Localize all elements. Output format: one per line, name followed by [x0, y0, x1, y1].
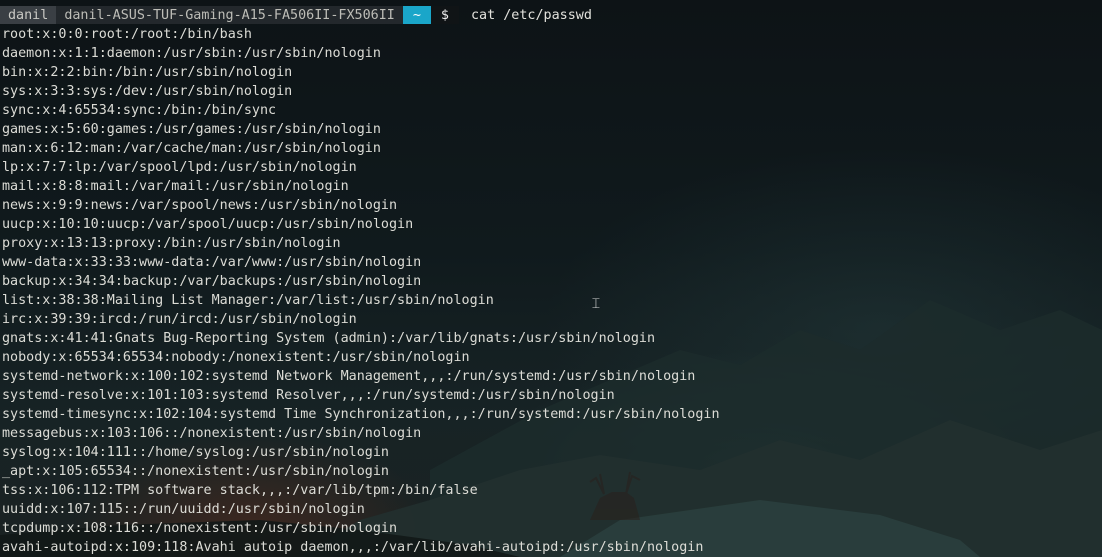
shell-prompt: danil danil-ASUS-TUF-Gaming-A15-FA506II-… [0, 6, 592, 24]
output-line: man:x:6:12:man:/var/cache/man:/usr/sbin/… [2, 141, 381, 156]
output-line: systemd-network:x:100:102:systemd Networ… [2, 369, 696, 384]
output-line: systemd-resolve:x:101:103:systemd Resolv… [2, 388, 615, 403]
output-line: irc:x:39:39:ircd:/run/ircd:/usr/sbin/nol… [2, 312, 357, 327]
terminal-window[interactable]: danil danil-ASUS-TUF-Gaming-A15-FA506II-… [0, 0, 1102, 557]
command-text[interactable]: cat /etc/passwd [459, 8, 592, 23]
output-line: bin:x:2:2:bin:/bin:/usr/sbin/nologin [2, 65, 293, 80]
output-line: www-data:x:33:33:www-data:/var/www:/usr/… [2, 255, 422, 270]
command-output[interactable]: root:x:0:0:root:/root:/bin/bash daemon:x… [2, 25, 720, 557]
output-line: systemd-timesync:x:102:104:systemd Time … [2, 407, 720, 422]
prompt-host: danil-ASUS-TUF-Gaming-A15-FA506II-FX506I… [56, 6, 403, 24]
output-line: syslog:x:104:111::/home/syslog:/usr/sbin… [2, 445, 389, 460]
output-line: list:x:38:38:Mailing List Manager:/var/l… [2, 293, 494, 308]
output-line: mail:x:8:8:mail:/var/mail:/usr/sbin/nolo… [2, 179, 349, 194]
output-line: news:x:9:9:news:/var/spool/news:/usr/sbi… [2, 198, 398, 213]
prompt-directory: ~ [402, 6, 431, 24]
output-line: uucp:x:10:10:uucp:/var/spool/uucp:/usr/s… [2, 217, 414, 232]
prompt-symbol: $ [430, 6, 459, 24]
output-line: tcpdump:x:108:116::/nonexistent:/usr/sbi… [2, 521, 398, 536]
output-line: avahi-autoipd:x:109:118:Avahi autoip dae… [2, 540, 704, 555]
output-line: daemon:x:1:1:daemon:/usr/sbin:/usr/sbin/… [2, 46, 381, 61]
output-line: backup:x:34:34:backup:/var/backups:/usr/… [2, 274, 422, 289]
output-line: games:x:5:60:games:/usr/games:/usr/sbin/… [2, 122, 381, 137]
output-line: tss:x:106:112:TPM software stack,,,:/var… [2, 483, 478, 498]
output-line: sys:x:3:3:sys:/dev:/usr/sbin/nologin [2, 84, 293, 99]
output-line: messagebus:x:103:106::/nonexistent:/usr/… [2, 426, 422, 441]
output-line: sync:x:4:65534:sync:/bin:/bin/sync [2, 103, 277, 118]
output-line: nobody:x:65534:65534:nobody:/nonexistent… [2, 350, 470, 365]
output-line: proxy:x:13:13:proxy:/bin:/usr/sbin/nolog… [2, 236, 341, 251]
output-line: lp:x:7:7:lp:/var/spool/lpd:/usr/sbin/nol… [2, 160, 357, 175]
output-line: uuidd:x:107:115::/run/uuidd:/usr/sbin/no… [2, 502, 365, 517]
output-line: root:x:0:0:root:/root:/bin/bash [2, 27, 252, 42]
output-line: _apt:x:105:65534::/nonexistent:/usr/sbin… [2, 464, 389, 479]
text-cursor-icon: ⌶ [591, 296, 601, 312]
output-line: gnats:x:41:41:Gnats Bug-Reporting System… [2, 331, 656, 346]
prompt-user: danil [0, 6, 57, 24]
